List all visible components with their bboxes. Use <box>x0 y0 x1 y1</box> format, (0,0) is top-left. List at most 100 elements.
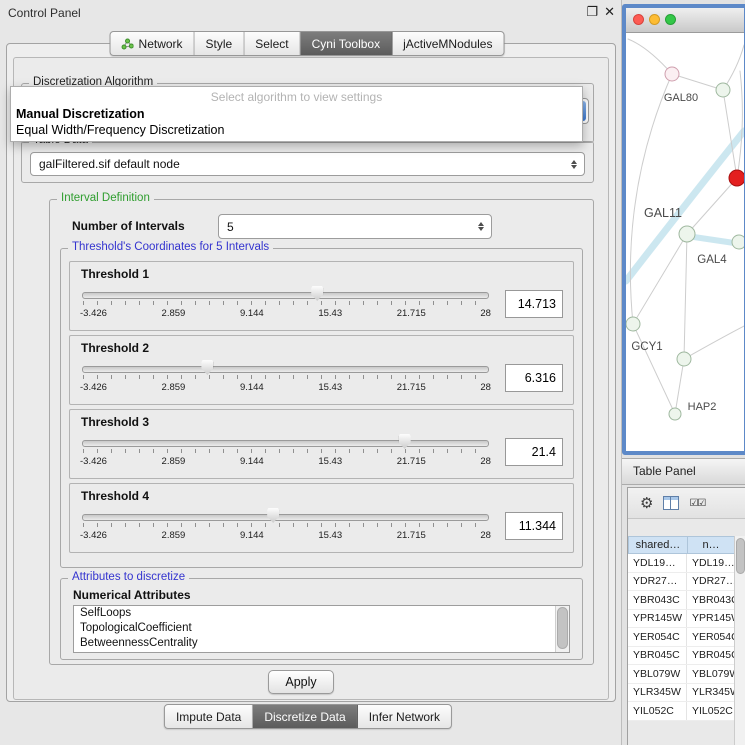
column-header-name[interactable]: n… <box>688 536 735 554</box>
tab-style[interactable]: Style <box>195 32 245 55</box>
dropdown-placeholder: Select algorithm to view settings <box>11 88 582 106</box>
tab-network-label: Network <box>139 37 183 51</box>
tab-jactivemodules[interactable]: jActiveMNodules <box>392 32 503 55</box>
scale-label: 2.859 <box>162 382 186 393</box>
table-toolbar: ⚙ ☑☑ <box>628 488 745 519</box>
list-scrollbar[interactable] <box>555 606 569 652</box>
threshold-panel-2: Threshold 2 -3.4262.8599.14415.4321.7152… <box>69 335 574 405</box>
network-graph[interactable]: GAL80GAL11GAL4GCY1HAP2 <box>626 33 744 455</box>
scale-label: 2.859 <box>162 530 186 541</box>
num-intervals-combobox[interactable]: 5 <box>218 214 492 239</box>
threshold-3-slider[interactable]: -3.4262.8599.14415.4321.71528 <box>80 431 491 473</box>
table-scrollbar-thumb[interactable] <box>736 538 745 574</box>
threshold-4-value[interactable]: 11.344 <box>505 512 563 540</box>
network-view-window[interactable]: GAL80GAL11GAL4GCY1HAP2 <box>622 4 745 455</box>
scale-label: 21.715 <box>397 530 426 541</box>
tab-style-label: Style <box>206 37 233 51</box>
tab-infer-network[interactable]: Infer Network <box>358 705 451 728</box>
scale-label: 15.43 <box>318 456 342 467</box>
threshold-2-value[interactable]: 6.316 <box>505 364 563 392</box>
cell-name: YBR045C <box>687 647 735 665</box>
attribute-list-item[interactable]: TopologicalCoefficient <box>74 621 569 636</box>
network-window-titlebar[interactable] <box>626 8 744 33</box>
combobox-stepper-icon[interactable] <box>566 160 584 169</box>
tab-infer-label: Infer Network <box>369 710 440 724</box>
svg-text:GAL80: GAL80 <box>664 92 698 104</box>
table-row[interactable]: YBR045C YBR045C <box>628 647 735 666</box>
tab-discretize-label: Discretize Data <box>264 710 345 724</box>
table-row[interactable]: YDL19… YDL19… <box>628 554 735 573</box>
scale-label: 2.859 <box>162 308 186 319</box>
threshold-panel-1: Threshold 1 -3.4262.8599.14415.4321.7152… <box>69 261 574 331</box>
tab-impute-label: Impute Data <box>176 710 241 724</box>
table-row[interactable]: YBL079W YBL079W <box>628 665 735 684</box>
tab-cyni-toolbox[interactable]: Cyni Toolbox <box>301 32 392 55</box>
combobox-stepper-icon[interactable] <box>473 222 491 231</box>
table-data-combobox[interactable]: galFiltered.sif default node <box>30 152 585 176</box>
threshold-panel-3: Threshold 3 -3.4262.8599.14415.4321.7152… <box>69 409 574 479</box>
tab-select[interactable]: Select <box>244 32 300 55</box>
cell-shared-name: YBR045C <box>628 647 687 665</box>
dropdown-option-manual-discretization[interactable]: Manual Discretization <box>11 106 582 122</box>
table-panel-header[interactable]: Table Panel <box>622 458 745 485</box>
attribute-list-item[interactable]: BetweennessCentrality <box>74 636 569 651</box>
thresholds-group-title: Threshold's Coordinates for 5 Intervals <box>68 241 273 253</box>
attribute-list-item[interactable]: SelfLoops <box>74 606 569 621</box>
minimize-traffic-light-icon[interactable] <box>649 14 660 25</box>
cell-shared-name: YBR043C <box>628 591 687 609</box>
table-row[interactable]: YPR145W YPR145W <box>628 610 735 629</box>
threshold-2-slider[interactable]: -3.4262.8599.14415.4321.71528 <box>80 357 491 399</box>
svg-text:GCY1: GCY1 <box>631 341 662 353</box>
tab-impute-data[interactable]: Impute Data <box>165 705 253 728</box>
threshold-panel-4: Threshold 4 -3.4262.8599.14415.4321.7152… <box>69 483 574 553</box>
interval-definition-group: Interval Definition Number of Intervals … <box>49 199 594 665</box>
table-row[interactable]: YER054C YER054C <box>628 628 735 647</box>
slider-track[interactable] <box>82 440 489 447</box>
network-canvas[interactable]: GAL80GAL11GAL4GCY1HAP2 <box>626 33 744 451</box>
control-panel-title: Control Panel <box>8 6 81 20</box>
tab-discretize-data[interactable]: Discretize Data <box>253 705 357 728</box>
cell-name: YER054C <box>687 628 735 646</box>
scale-label: 28 <box>480 382 491 393</box>
slider-track[interactable] <box>82 292 489 299</box>
threshold-1-slider[interactable]: -3.4262.8599.14415.4321.71528 <box>80 283 491 325</box>
select-columns-icon[interactable]: ☑☑ <box>689 498 705 509</box>
close-traffic-light-icon[interactable] <box>633 14 644 25</box>
cell-shared-name: YPR145W <box>628 610 687 628</box>
table-row[interactable]: YBR043C YBR043C <box>628 591 735 610</box>
scale-label: 28 <box>480 530 491 541</box>
table-scrollbar[interactable] <box>734 536 745 745</box>
slider-track[interactable] <box>82 514 489 521</box>
scale-label: -3.426 <box>80 456 107 467</box>
float-window-icon[interactable]: ❐ <box>586 4 598 20</box>
svg-text:GAL11: GAL11 <box>644 206 682 220</box>
table-row[interactable]: YLR345W YLR345W <box>628 684 735 703</box>
zoom-traffic-light-icon[interactable] <box>665 14 676 25</box>
tab-network[interactable]: Network <box>111 32 195 55</box>
threshold-4-slider[interactable]: -3.4262.8599.14415.4321.71528 <box>80 505 491 547</box>
threshold-1-value[interactable]: 14.713 <box>505 290 563 318</box>
attributes-listbox[interactable]: SelfLoopsTopologicalCoefficientBetweenne… <box>73 605 570 653</box>
dropdown-option-equal-width[interactable]: Equal Width/Frequency Discretization <box>11 122 582 138</box>
cell-shared-name: YIL052C <box>628 702 687 720</box>
slider-scale: -3.4262.8599.14415.4321.71528 <box>80 382 491 393</box>
table-row[interactable]: YIL052C YIL052C <box>628 702 735 721</box>
table-row[interactable]: YDR27… YDR27… <box>628 573 735 592</box>
numerical-attributes-label: Numerical Attributes <box>73 588 191 602</box>
control-panel-titlebar[interactable]: Control Panel ❐ ✕ <box>0 0 621 26</box>
column-selector-icon[interactable] <box>663 496 679 510</box>
slider-track[interactable] <box>82 366 489 373</box>
column-header-shared-name[interactable]: shared… <box>628 536 688 554</box>
scale-label: 15.43 <box>318 382 342 393</box>
threshold-1-label: Threshold 1 <box>81 267 563 281</box>
scale-label: -3.426 <box>80 308 107 319</box>
threshold-3-value[interactable]: 21.4 <box>505 438 563 466</box>
close-window-icon[interactable]: ✕ <box>604 4 615 20</box>
gear-icon[interactable]: ⚙ <box>640 496 653 511</box>
top-tab-bar: Network Style Select Cyni Toolbox jActiv… <box>110 31 505 56</box>
cell-shared-name: YLR345W <box>628 684 687 702</box>
list-scrollbar-thumb[interactable] <box>557 607 568 649</box>
apply-button[interactable]: Apply <box>268 670 334 694</box>
interval-definition-title: Interval Definition <box>57 192 154 204</box>
table-panel-title: Table Panel <box>633 464 696 478</box>
